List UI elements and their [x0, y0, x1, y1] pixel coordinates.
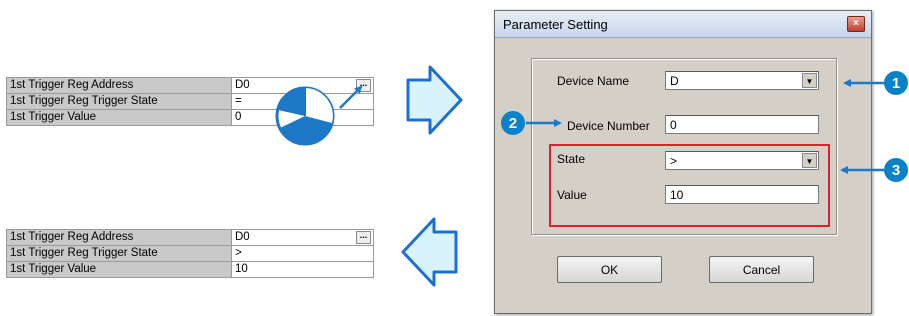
- row-value[interactable]: >: [231, 245, 374, 262]
- property-table-after: 1st Trigger Reg Address D0... 1st Trigge…: [6, 229, 374, 278]
- state-label: State: [557, 152, 586, 166]
- value-label: Value: [557, 188, 587, 202]
- table-row[interactable]: 1st Trigger Reg Trigger State >: [6, 245, 374, 262]
- table-row[interactable]: 1st Trigger Value 0: [6, 109, 374, 126]
- row-value[interactable]: D0...: [231, 77, 374, 94]
- row-value-text: D0: [235, 231, 250, 243]
- row-value-text: D0: [235, 79, 250, 91]
- callout-1-badge: [884, 71, 908, 95]
- callout-1-number: 1: [892, 75, 900, 92]
- chevron-down-icon[interactable]: ▼: [802, 153, 817, 168]
- table-row[interactable]: 1st Trigger Reg Address D0...: [6, 229, 374, 246]
- dialog-title: Parameter Setting: [503, 17, 608, 32]
- value-field[interactable]: 10: [665, 185, 819, 204]
- callout-3-badge: [884, 158, 908, 182]
- table-row[interactable]: 1st Trigger Value 10: [6, 261, 374, 278]
- property-table-before: 1st Trigger Reg Address D0... 1st Trigge…: [6, 77, 374, 126]
- callout-3-number: 3: [892, 162, 900, 179]
- row-value[interactable]: 0: [231, 109, 374, 126]
- forward-arrow-icon: [406, 65, 463, 135]
- row-label: 1st Trigger Reg Address: [6, 229, 232, 246]
- row-value[interactable]: 10: [231, 261, 374, 278]
- state-value: >: [670, 154, 678, 168]
- parameter-setting-dialog: Parameter Setting × Device Name D ▼ Devi…: [494, 10, 872, 314]
- close-icon[interactable]: ×: [847, 16, 865, 32]
- device-number-label: Device Number: [567, 119, 650, 133]
- ellipsis-button[interactable]: ...: [356, 231, 371, 244]
- chevron-down-icon[interactable]: ▼: [802, 73, 817, 88]
- back-arrow-icon: [401, 217, 458, 287]
- device-name-label: Device Name: [557, 74, 630, 88]
- table-row[interactable]: 1st Trigger Reg Trigger State =: [6, 93, 374, 110]
- device-name-value: D: [670, 74, 679, 88]
- row-value[interactable]: D0...: [231, 229, 374, 246]
- row-label: 1st Trigger Reg Address: [6, 77, 232, 94]
- device-number-field[interactable]: 0: [665, 115, 819, 134]
- row-label: 1st Trigger Value: [6, 261, 232, 278]
- ok-button[interactable]: OK: [557, 256, 662, 283]
- row-label: 1st Trigger Reg Trigger State: [6, 245, 232, 262]
- row-value[interactable]: =: [231, 93, 374, 110]
- row-label: 1st Trigger Reg Trigger State: [6, 93, 232, 110]
- dialog-titlebar[interactable]: Parameter Setting ×: [495, 11, 871, 38]
- row-label: 1st Trigger Value: [6, 109, 232, 126]
- cancel-button[interactable]: Cancel: [709, 256, 814, 283]
- ellipsis-button[interactable]: ...: [356, 79, 371, 92]
- table-row[interactable]: 1st Trigger Reg Address D0...: [6, 77, 374, 94]
- state-select[interactable]: > ▼: [665, 151, 819, 170]
- device-name-select[interactable]: D ▼: [665, 71, 819, 90]
